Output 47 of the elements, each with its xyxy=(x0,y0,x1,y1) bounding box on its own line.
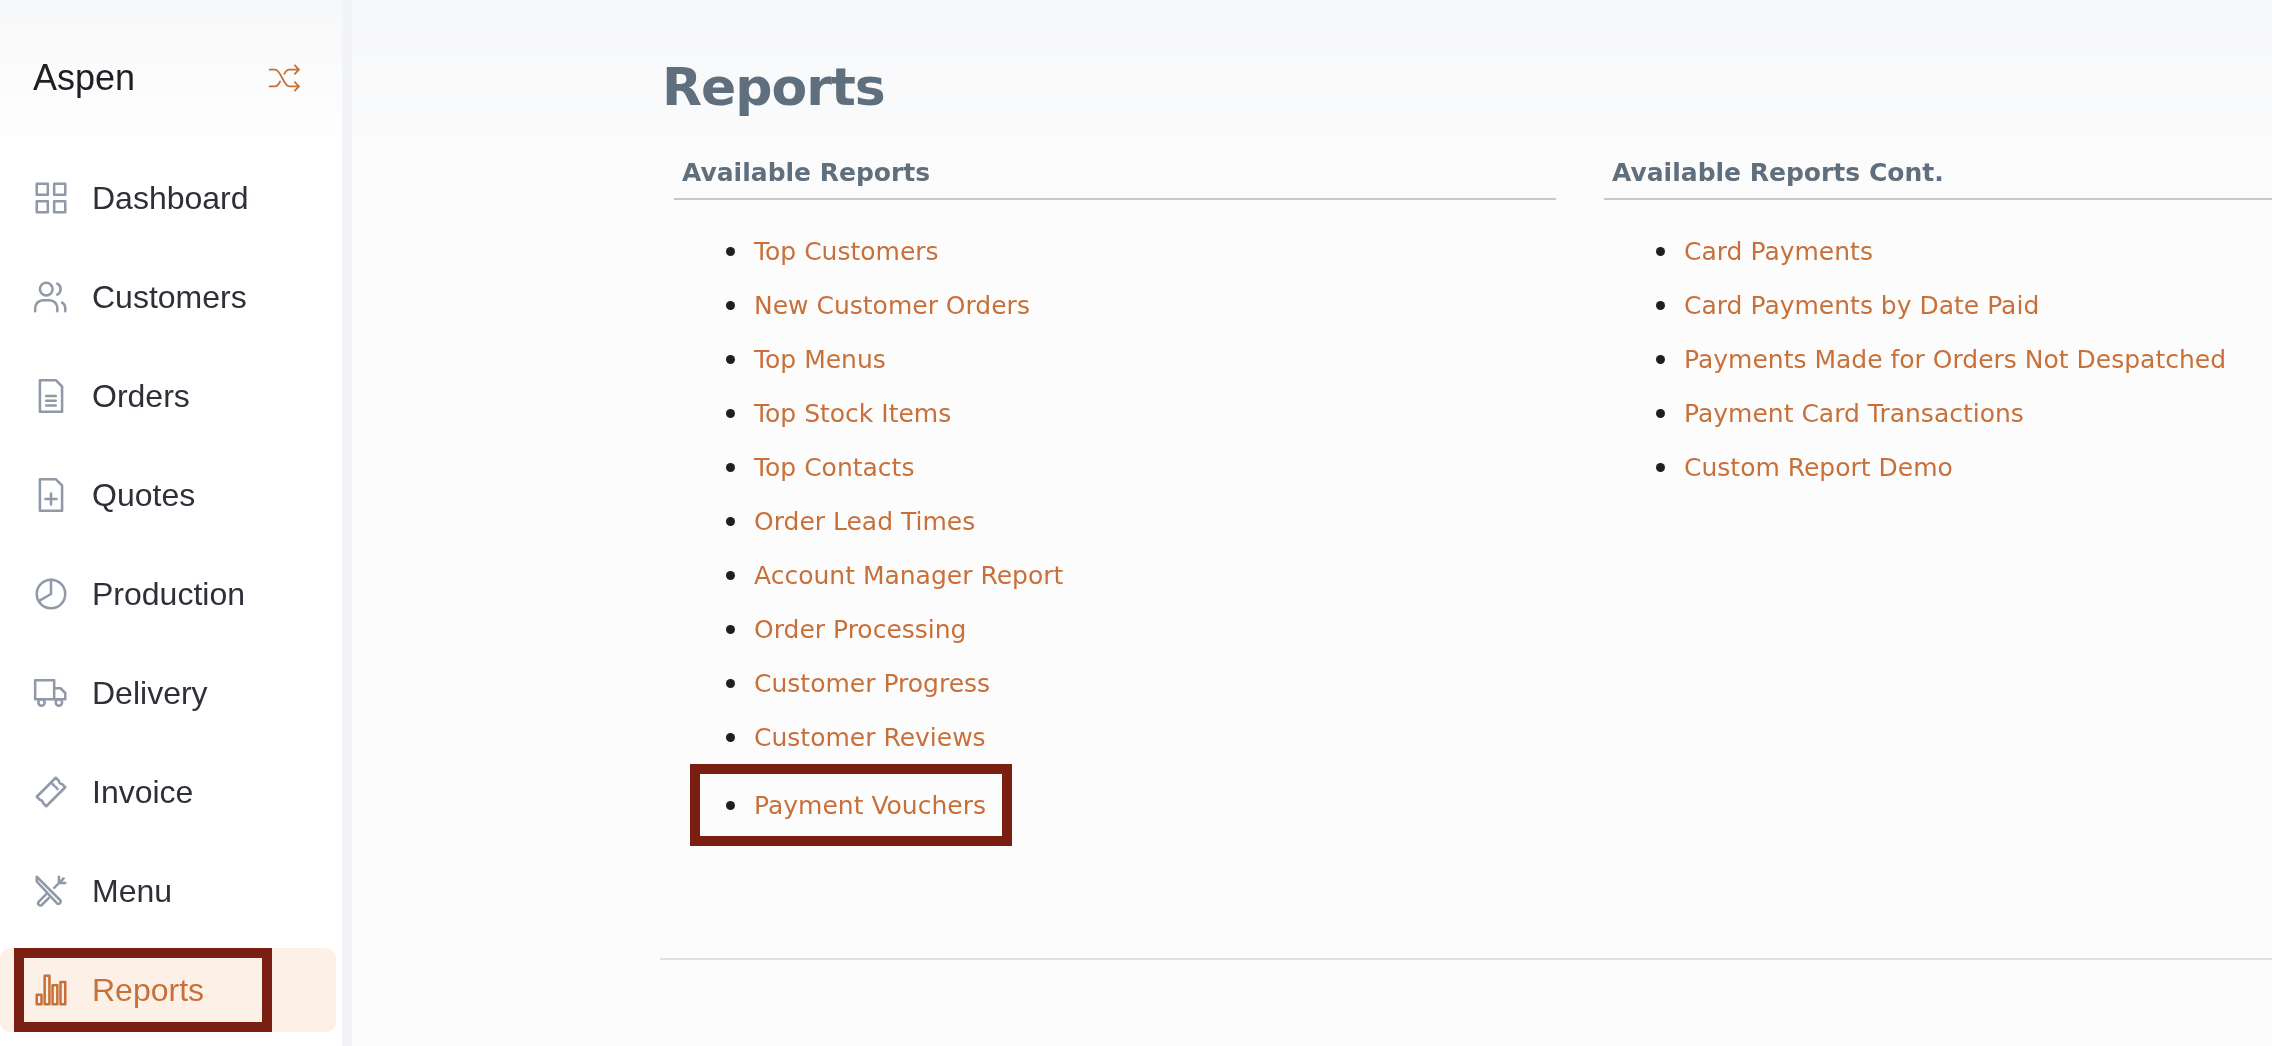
bullet-icon xyxy=(726,678,735,688)
report-link[interactable]: Payments Made for Orders Not Despatched xyxy=(1684,340,2227,379)
report-link[interactable]: Top Menus xyxy=(754,340,886,379)
report-link[interactable]: Custom Report Demo xyxy=(1684,448,1953,487)
shuffle-icon[interactable] xyxy=(268,64,302,92)
bullet-icon xyxy=(1656,354,1665,364)
report-link[interactable]: Payment Vouchers xyxy=(754,786,986,825)
nav-item[interactable]: Quotes xyxy=(0,453,336,537)
section-heading: Available Reports Cont. xyxy=(1604,158,2272,201)
report-link[interactable]: Top Contacts xyxy=(754,448,915,487)
nav-item[interactable]: Menu xyxy=(0,849,336,933)
bullet-icon xyxy=(1656,408,1665,418)
bullet-icon xyxy=(1656,462,1665,472)
bullet-icon xyxy=(726,354,735,364)
nav-item[interactable]: Customers xyxy=(0,255,336,339)
report-link[interactable]: Card Payments xyxy=(1684,232,1873,271)
bullet-icon xyxy=(726,408,735,418)
bullet-icon xyxy=(726,570,735,580)
nav-item[interactable]: Delivery xyxy=(0,651,336,735)
nav-item[interactable]: Production xyxy=(0,552,336,636)
report-link[interactable]: Account Manager Report xyxy=(754,556,1064,595)
report-link[interactable]: Customer Progress xyxy=(754,664,991,703)
report-link[interactable]: Order Processing xyxy=(754,610,967,649)
grid-icon xyxy=(32,179,70,217)
bullet-icon xyxy=(726,732,735,742)
bullet-icon xyxy=(726,624,735,634)
bullet-icon xyxy=(726,800,735,810)
section-heading: Available Reports xyxy=(674,158,1556,201)
bullet-icon xyxy=(726,300,735,310)
nav-item[interactable]: Dashboard xyxy=(0,156,336,240)
bullet-icon xyxy=(1656,246,1665,256)
nav-item[interactable]: Invoice xyxy=(0,750,336,834)
bullet-icon xyxy=(726,246,735,256)
report-link[interactable]: Top Stock Items xyxy=(754,394,952,433)
page-title: Reports xyxy=(662,56,886,119)
bullet-icon xyxy=(1656,300,1665,310)
bullet-icon xyxy=(726,462,735,472)
report-link[interactable]: Top Customers xyxy=(754,232,939,271)
bar-chart-icon xyxy=(32,971,70,1009)
brand-name: Aspen xyxy=(33,56,136,100)
report-link[interactable]: Card Payments by Date Paid xyxy=(1684,286,2040,325)
report-link[interactable]: New Customer Orders xyxy=(754,286,1030,325)
bullet-icon xyxy=(726,516,735,526)
nav-item[interactable]: Orders xyxy=(0,354,336,438)
report-link[interactable]: Payment Card Transactions xyxy=(1684,394,2024,433)
report-link[interactable]: Order Lead Times xyxy=(754,502,976,541)
report-link[interactable]: Customer Reviews xyxy=(754,718,986,757)
